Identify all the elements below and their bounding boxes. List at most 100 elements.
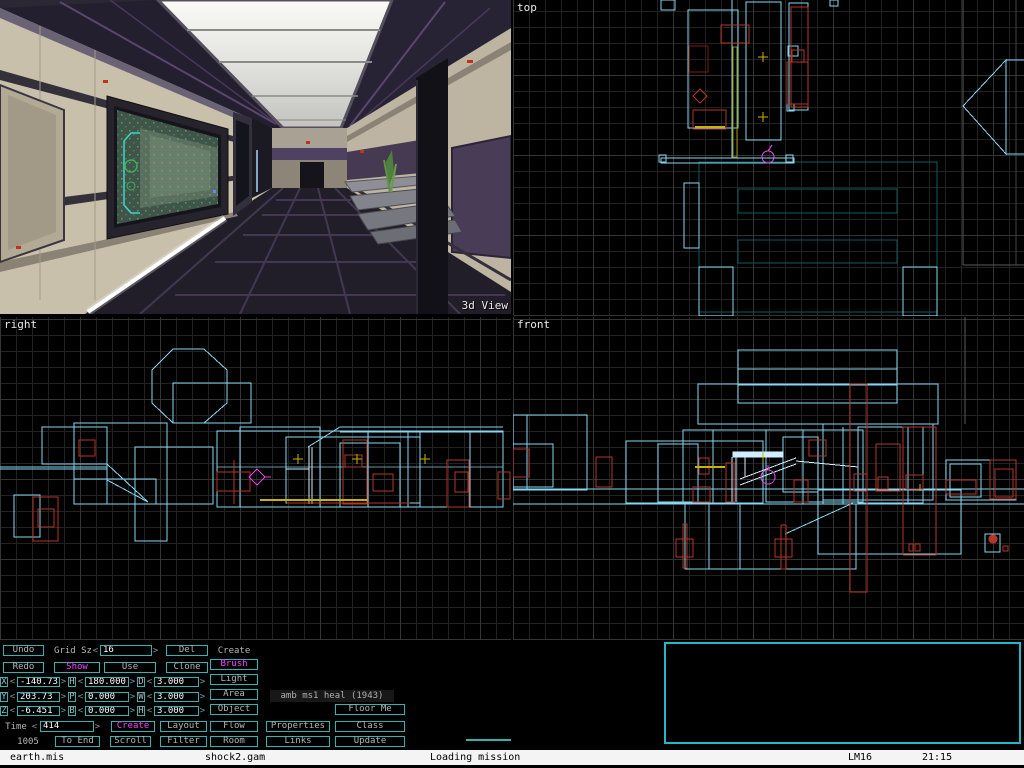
room-brushes [699, 162, 937, 312]
light-markers [758, 52, 768, 122]
viewport-front-label: front [517, 319, 550, 331]
depth-right-arrow-icon[interactable]: > [199, 677, 206, 687]
viewport-3d[interactable]: 3d View [0, 0, 511, 314]
status-lightmap-mode: LM16 [848, 750, 872, 765]
bank-left-arrow-icon[interactable]: < [77, 706, 84, 716]
update-button[interactable]: Update [335, 736, 405, 747]
flow-mode-button[interactable]: Flow [210, 721, 258, 732]
heading-label: H [68, 677, 76, 687]
front-view-canvas [513, 317, 1024, 640]
terrain-brushes [0, 349, 503, 541]
panel-edge-fragment [466, 739, 511, 741]
heading-field[interactable]: 180.000 [85, 677, 129, 687]
layout-button[interactable]: Layout [160, 721, 207, 732]
width-label: W [137, 692, 145, 702]
viewport-3d-label: 3d View [462, 300, 508, 312]
z-left-arrow-icon[interactable]: < [9, 706, 16, 716]
3d-scene-canvas [0, 0, 511, 314]
time-right-arrow-icon[interactable]: > [94, 721, 101, 732]
brush-mode-button[interactable]: Brush [210, 659, 258, 670]
status-message: Loading mission [430, 750, 520, 765]
depth-left-arrow-icon[interactable]: < [146, 677, 153, 687]
use-button[interactable]: Use [104, 662, 156, 673]
status-mission-file: earth.mis [10, 750, 64, 765]
height-label: H [137, 706, 145, 716]
viewport-front[interactable]: front [513, 317, 1024, 640]
pitch-label: P [68, 692, 76, 702]
viewport-top[interactable]: top [513, 0, 1024, 316]
create-button[interactable]: Create [111, 721, 155, 732]
time-left-arrow-icon[interactable]: < [31, 721, 38, 732]
y-coord-label: Y [0, 692, 8, 702]
selected-brush [732, 452, 858, 502]
grid-sz-field[interactable]: 16 [100, 645, 152, 656]
object-boxes [33, 440, 510, 541]
camera-marker [249, 469, 271, 485]
selected-brush [286, 447, 312, 504]
status-gamesys-file: shock2.gam [205, 750, 265, 765]
height-right-arrow-icon[interactable]: > [199, 706, 206, 716]
scroll-button[interactable]: Scroll [110, 736, 151, 747]
x-left-arrow-icon[interactable]: < [9, 677, 16, 687]
room-mode-button[interactable]: Room [210, 736, 258, 747]
clone-button[interactable]: Clone [166, 662, 208, 673]
monolog-window [664, 642, 1021, 744]
pitch-right-arrow-icon[interactable]: > [129, 692, 136, 702]
height-field[interactable]: 3.000 [154, 706, 199, 716]
time-label: Time [2, 721, 30, 732]
height-left-arrow-icon[interactable]: < [146, 706, 153, 716]
undo-button[interactable]: Undo [3, 645, 44, 656]
pitch-field[interactable]: 0.000 [85, 692, 129, 702]
properties-button[interactable]: Properties [266, 721, 330, 732]
show-button[interactable]: Show [54, 662, 100, 673]
to-end-button[interactable]: To End [55, 736, 100, 747]
grid-sz-right-arrow-icon[interactable]: > [152, 645, 159, 656]
object-mode-button[interactable]: Object [210, 704, 258, 715]
heading-right-arrow-icon[interactable]: > [129, 677, 136, 687]
frame-count-label: 1005 [8, 736, 48, 747]
top-view-canvas [513, 0, 1024, 316]
links-button[interactable]: Links [266, 736, 330, 747]
x-right-arrow-icon[interactable]: > [60, 677, 67, 687]
heading-left-arrow-icon[interactable]: < [77, 677, 84, 687]
width-field[interactable]: 3.000 [154, 692, 199, 702]
y-left-arrow-icon[interactable]: < [9, 692, 16, 702]
z-right-arrow-icon[interactable]: > [60, 706, 67, 716]
viewport-top-label: top [517, 2, 537, 14]
width-right-arrow-icon[interactable]: > [199, 692, 206, 702]
grid-sz-left-arrow-icon[interactable]: < [92, 645, 99, 656]
floor-me-button[interactable]: Floor Me [335, 704, 405, 715]
current-selection-label: amb ms1 heal (1943) [270, 690, 394, 702]
terrain-brushes [513, 350, 1024, 569]
y-coord-field[interactable]: 203.73 [17, 692, 60, 702]
width-left-arrow-icon[interactable]: < [146, 692, 153, 702]
y-right-arrow-icon[interactable]: > [60, 692, 67, 702]
right-view-canvas [0, 317, 511, 640]
status-bar: earth.mis shock2.gam Loading mission LM1… [0, 750, 1024, 765]
pitch-left-arrow-icon[interactable]: < [77, 692, 84, 702]
object-boxes [513, 384, 1016, 592]
shocked-editor-screen: 3d View [0, 0, 1024, 768]
depth-field[interactable]: 3.000 [154, 677, 199, 687]
time-field[interactable]: 414 [40, 721, 94, 732]
bank-label: B [68, 706, 76, 716]
grid-sz-label: Grid Sz [54, 645, 92, 656]
x-coord-field[interactable]: -140.73 [17, 677, 60, 687]
bank-right-arrow-icon[interactable]: > [129, 706, 136, 716]
status-clock: 21:15 [922, 750, 952, 765]
terrain-brushes [659, 0, 1024, 316]
area-mode-button[interactable]: Area [210, 689, 258, 700]
filter-button[interactable]: Filter [160, 736, 207, 747]
depth-label: D [137, 677, 145, 687]
bank-field[interactable]: 0.000 [85, 706, 129, 716]
z-coord-field[interactable]: -6.451 [17, 706, 60, 716]
z-coord-label: Z [0, 706, 8, 716]
light-mode-button[interactable]: Light [210, 674, 258, 685]
viewport-right[interactable]: right [0, 317, 511, 640]
class-button[interactable]: Class [335, 721, 405, 732]
redo-button[interactable]: Redo [3, 662, 44, 673]
viewport-right-label: right [4, 319, 37, 331]
del-button[interactable]: Del [166, 645, 208, 656]
create-header-label: Create [210, 645, 258, 656]
camera-marker [762, 145, 774, 163]
